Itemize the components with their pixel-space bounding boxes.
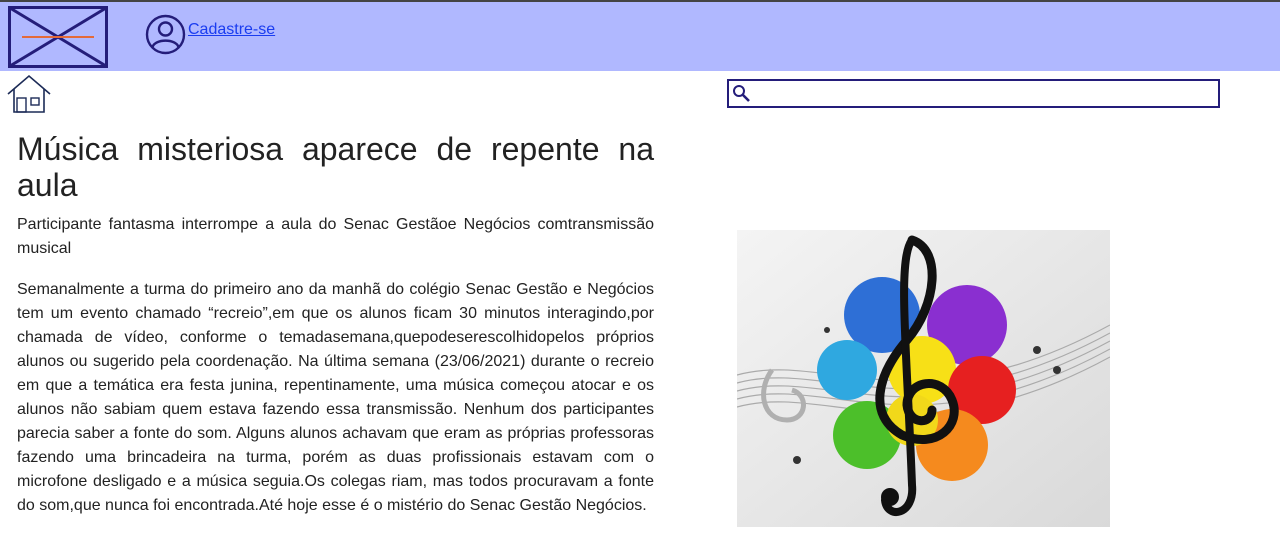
article-body: Semanalmente a turma do primeiro ano da …	[17, 281, 654, 514]
search-input[interactable]	[753, 81, 1213, 106]
user-circle-icon[interactable]	[145, 14, 186, 55]
signup-link[interactable]: Cadastre-se	[188, 21, 275, 39]
article-title: Música misteriosa aparece de repente na …	[17, 131, 654, 203]
home-icon[interactable]	[6, 74, 52, 114]
logo-x-icon[interactable]	[8, 6, 108, 68]
search-bar[interactable]	[727, 79, 1220, 108]
search-icon	[733, 85, 750, 102]
treble-clef-illustration	[737, 230, 1110, 527]
top-header: Cadastre-se	[0, 2, 1280, 71]
article-subtitle: Participante fantasma interrompe a aula …	[17, 216, 654, 257]
